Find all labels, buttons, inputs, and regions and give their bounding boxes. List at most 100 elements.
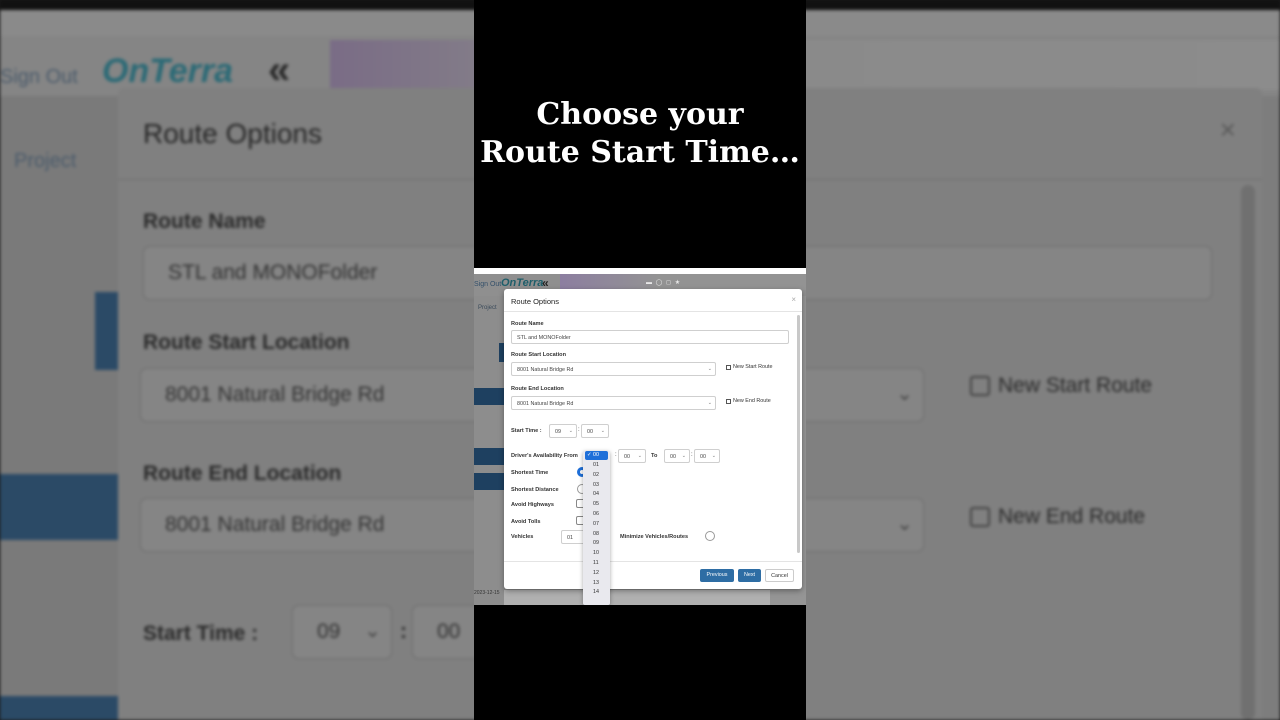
dropdown-option[interactable]: 11 <box>593 560 599 566</box>
dialog-scrollbar[interactable] <box>797 315 800 553</box>
chevron-down-icon: ⌄ <box>896 383 913 405</box>
dropdown-option[interactable]: 13 <box>593 580 599 586</box>
availability-to-minute-value: 00 <box>700 454 706 460</box>
checkbox-icon <box>726 398 731 404</box>
vehicles-input[interactable]: 01 <box>561 530 585 544</box>
end-location-select[interactable]: 8001 Natural Bridge Rd ⌄ <box>511 396 716 410</box>
chevron-down-icon: ⌄ <box>568 428 573 434</box>
video-frame: Choose your Route Start Time… ▬ ◯ ◻ ★ Si… <box>474 0 806 720</box>
vehicles-label: Vehicles <box>511 534 534 540</box>
dropdown-selected-option[interactable]: ✓ 00 <box>585 451 608 460</box>
dropdown-option[interactable]: 12 <box>593 570 599 576</box>
collapse-chevron-icon: « <box>268 48 291 92</box>
dialog-footer-divider <box>504 561 802 562</box>
onterra-logo: OnTerra <box>501 277 544 289</box>
availability-from-minute-select[interactable]: 00 ⌄ <box>618 449 646 463</box>
close-icon: × <box>1219 114 1236 145</box>
dropdown-option[interactable]: 07 <box>593 521 599 527</box>
end-location-value: 8001 Natural Bridge Rd <box>517 401 574 407</box>
chevron-down-icon: ⌄ <box>637 453 642 459</box>
dropdown-option[interactable]: 09 <box>593 540 599 546</box>
route-name-label: Route Name <box>143 210 266 233</box>
sign-out-link: Sign Out <box>0 66 78 88</box>
shortest-time-label: Shortest Time <box>511 470 549 476</box>
start-hour-value: 09 <box>317 620 341 643</box>
checkbox-icon <box>970 376 990 396</box>
availability-to-colon: : <box>691 452 693 458</box>
chevron-down-icon: ⌄ <box>896 513 913 535</box>
availability-to-hour-value: 00 <box>670 454 676 460</box>
new-end-route-label: New End Route <box>998 505 1146 528</box>
dropdown-option[interactable]: 10 <box>593 550 599 556</box>
end-location-value: 8001 Natural Bridge Rd <box>165 513 385 536</box>
start-location-label: Route Start Location <box>143 331 350 354</box>
sign-out-link[interactable]: Sign Out <box>474 281 501 288</box>
new-start-route-checkbox[interactable]: New Start Route <box>726 364 773 370</box>
availability-to-hour-select[interactable]: 00 ⌄ <box>664 449 690 463</box>
end-location-label: Route End Location <box>511 386 564 392</box>
shortest-distance-label: Shortest Distance <box>511 487 559 493</box>
map-strip <box>560 274 806 290</box>
dropdown-option[interactable]: 04 <box>593 491 599 497</box>
start-minute-value: 00 <box>587 429 593 435</box>
dropdown-option[interactable]: 06 <box>593 511 599 517</box>
dialog-header: Route Options × <box>504 289 802 312</box>
caption-line-2: Route Start Time… <box>480 135 800 170</box>
availability-hour-dropdown[interactable]: ✓ 00 01 02 03 04 05 06 07 08 09 10 11 12 13 14 <box>583 451 610 605</box>
project-tab: Project <box>14 150 77 172</box>
start-minute-value: 00 <box>437 620 461 643</box>
cancel-button[interactable]: Cancel <box>765 569 794 582</box>
start-time-label: Start Time : <box>511 428 542 434</box>
start-hour-select[interactable]: 09 ⌄ <box>549 424 577 438</box>
avoid-highways-label: Avoid Highways <box>511 502 554 508</box>
availability-from-minute-value: 00 <box>624 454 630 460</box>
dropdown-option[interactable]: 02 <box>593 472 599 478</box>
left-panel <box>0 96 118 720</box>
chevron-down-icon: ⌄ <box>707 366 712 372</box>
left-panel-bar <box>474 473 504 490</box>
start-location-value: 8001 Natural Bridge Rd <box>517 367 574 373</box>
previous-button[interactable]: Previous <box>700 569 734 582</box>
new-end-route-checkbox: New End Route <box>970 505 1145 529</box>
dialog-title: Route Options <box>511 297 559 306</box>
caption-line-1: Choose your <box>536 97 744 132</box>
checkbox-icon <box>726 364 731 370</box>
new-end-route-label: New End Route <box>733 398 771 404</box>
chevron-down-icon: ⌄ <box>364 620 381 642</box>
availability-label: Driver's Availability From <box>511 453 578 459</box>
new-end-route-checkbox[interactable]: New End Route <box>726 398 771 404</box>
map-area-bottom[interactable] <box>504 590 770 605</box>
availability-to-minute-select[interactable]: 00 ⌄ <box>694 449 720 463</box>
background-scrollbar <box>1241 185 1255 720</box>
route-name-label: Route Name <box>511 321 544 327</box>
close-icon[interactable]: × <box>791 295 796 304</box>
collapse-chevron-icon[interactable]: « <box>542 276 549 290</box>
checkbox-icon <box>970 507 990 527</box>
end-location-label: Route End Location <box>143 462 342 485</box>
start-hour-value: 09 <box>555 429 561 435</box>
start-hour-select: 09 ⌄ <box>292 605 392 659</box>
start-minute-select[interactable]: 00 ⌄ <box>581 424 609 438</box>
dropdown-option[interactable]: 08 <box>593 531 599 537</box>
avoid-tolls-label: Avoid Tolls <box>511 519 541 525</box>
dropdown-option[interactable]: 05 <box>593 501 599 507</box>
start-location-select[interactable]: 8001 Natural Bridge Rd ⌄ <box>511 362 716 376</box>
map-control-icons[interactable]: ▬ ◯ ◻ ★ <box>646 279 681 286</box>
dropdown-option[interactable]: 03 <box>593 482 599 488</box>
route-name-input[interactable]: STL and MONOFolder <box>511 330 789 344</box>
chevron-down-icon: ⌄ <box>707 400 712 406</box>
start-time-label: Start Time : <box>143 622 259 645</box>
app-screenshot: ▬ ◯ ◻ ★ Sign Out OnTerra « Project 2023-… <box>474 268 806 605</box>
availability-colon: : <box>615 452 617 458</box>
dropdown-option[interactable]: 01 <box>593 462 599 468</box>
project-tab[interactable]: Project <box>478 305 497 311</box>
time-colon: : <box>578 427 580 433</box>
left-panel-bar <box>474 448 504 465</box>
next-button[interactable]: Next <box>738 569 761 582</box>
chevron-down-icon: ⌄ <box>681 453 686 459</box>
dropdown-option[interactable]: 14 <box>593 589 599 595</box>
minimize-vehicles-radio[interactable] <box>705 531 715 541</box>
left-panel-bar <box>0 696 118 720</box>
chevron-down-icon: ⌄ <box>600 428 605 434</box>
time-colon: : <box>400 620 407 643</box>
